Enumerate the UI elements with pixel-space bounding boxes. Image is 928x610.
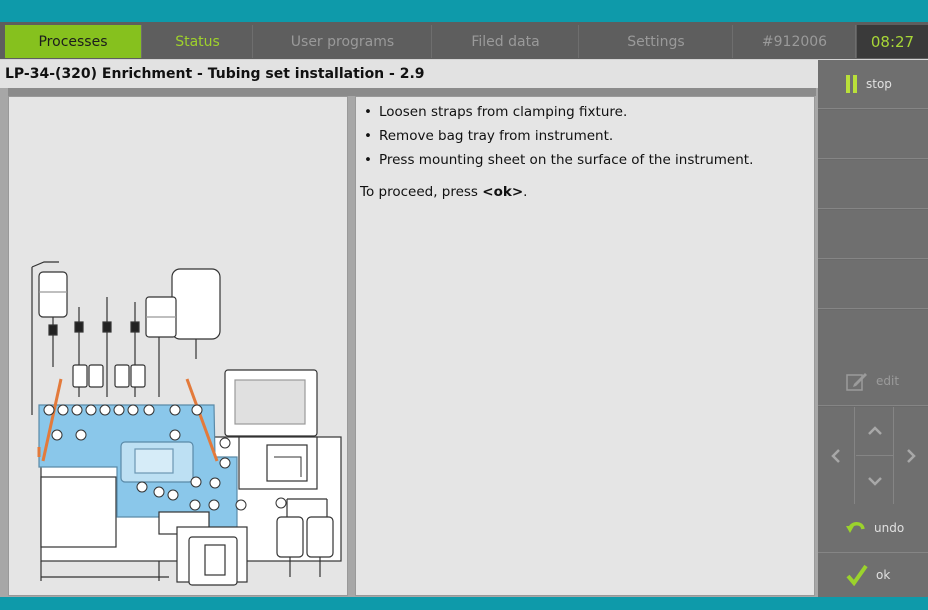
ok-label: ok (876, 568, 891, 582)
instruction-list: Loosen straps from clamping fixture. Rem… (360, 103, 814, 170)
undo-icon (846, 522, 865, 533)
proceed-prefix: To proceed, press (360, 184, 483, 200)
right-control-panel: stop edit undo ok (818, 60, 928, 597)
navigation-pad (818, 407, 928, 505)
empty-side-button-1[interactable] (818, 110, 928, 159)
nav-left-button[interactable] (818, 407, 855, 505)
tubing-set-diagram (31, 261, 342, 586)
tab-settings[interactable]: Settings (580, 25, 733, 58)
ok-button[interactable]: ok (818, 553, 928, 597)
chevron-left-icon (831, 449, 840, 463)
chevron-up-icon (867, 426, 882, 435)
empty-side-button-3[interactable] (818, 210, 928, 259)
content-header-bar (8, 88, 816, 96)
tab-processes[interactable]: Processes (5, 25, 142, 58)
tab-user-programs[interactable]: User programs (254, 25, 432, 58)
empty-side-button-2[interactable] (818, 160, 928, 209)
pause-icon (846, 75, 857, 93)
stop-button[interactable]: stop (818, 60, 928, 109)
stop-label: stop (866, 77, 892, 91)
undo-button[interactable]: undo (818, 504, 928, 553)
main-tab-bar: Processes Status User programs Filed dat… (0, 22, 928, 59)
nav-up-button[interactable] (856, 407, 893, 456)
instruction-item: Press mounting sheet on the surface of t… (360, 151, 814, 170)
content-area: Loosen straps from clamping fixture. Rem… (0, 88, 818, 597)
edit-label: edit (876, 374, 900, 388)
empty-side-button-4[interactable] (818, 260, 928, 309)
nav-down-button[interactable] (856, 457, 893, 505)
nav-right-button[interactable] (893, 407, 928, 505)
device-id: #912006 (734, 25, 856, 58)
ok-key-hint: <ok> (482, 184, 524, 200)
chevron-down-icon (867, 477, 882, 486)
proceed-suffix: . (523, 184, 528, 200)
tab-filed-data[interactable]: Filed data (433, 25, 579, 58)
top-accent-strip (0, 0, 928, 22)
edit-button[interactable]: edit (818, 357, 928, 406)
proceed-hint: To proceed, press <ok>. (360, 183, 814, 202)
edit-icon (846, 373, 867, 391)
clock: 08:27 (857, 25, 928, 58)
instruction-panel: Loosen straps from clamping fixture. Rem… (355, 96, 815, 596)
instruction-item: Remove bag tray from instrument. (360, 127, 814, 146)
undo-label: undo (874, 521, 905, 535)
page-title: LP-34-(320) Enrichment - Tubing set inst… (0, 60, 818, 88)
chevron-right-icon (907, 449, 916, 463)
bottom-accent-strip (0, 597, 928, 610)
checkmark-icon (846, 564, 868, 586)
tab-status[interactable]: Status (143, 25, 253, 58)
instruction-item: Loosen straps from clamping fixture. (360, 103, 814, 122)
empty-side-button-5[interactable] (818, 310, 928, 359)
installation-diagram-panel (8, 96, 348, 596)
